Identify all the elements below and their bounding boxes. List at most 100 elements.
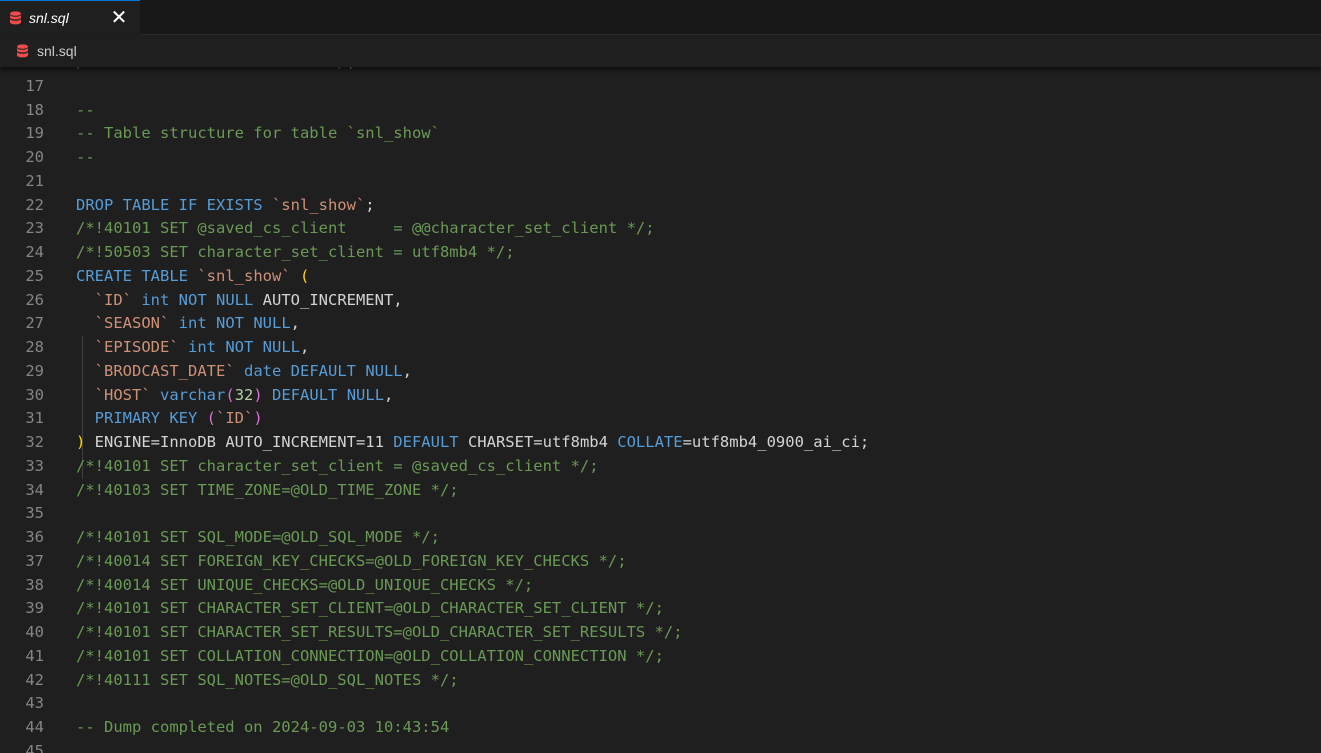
tab-snl-sql[interactable]: snl.sql ✕ xyxy=(0,0,140,35)
code-line[interactable]: 45 xyxy=(0,740,1321,753)
line-number: 19 xyxy=(25,124,44,143)
code-token: `HOST` xyxy=(94,385,151,404)
code-line[interactable]: 39 /*!40101 SET CHARACTER_SET_CLIENT=@OLD… xyxy=(0,597,1321,621)
line-number: 28 xyxy=(25,338,44,356)
code-token: date DEFAULT NULL xyxy=(244,361,403,380)
line-number: 38 xyxy=(25,575,44,594)
code-text: CREATE TABLE `snl_show` ( xyxy=(76,265,309,289)
code-token: ; xyxy=(365,195,375,214)
line-number: 20 xyxy=(25,148,44,166)
code-text: DROP TABLE IF EXISTS `snl_show`; xyxy=(76,194,375,218)
code-lines: 16 /*!40101 SET NAMES utf8mb4 */; 17 18 -- 19… xyxy=(0,67,1321,753)
code-line[interactable]: 18 -- xyxy=(0,99,1321,123)
database-icon xyxy=(17,44,28,58)
line-number: 42 xyxy=(25,670,44,689)
code-token: , xyxy=(290,314,300,333)
code-token: /*!40101 SET character_set_client = @sav… xyxy=(76,456,599,475)
line-number: 29 xyxy=(25,361,44,380)
code-line[interactable]: 32) ENGINE=InnoDB AUTO_INCREMENT=11 DEFA… xyxy=(0,431,1321,455)
code-line[interactable]: 40 /*!40101 SET CHARACTER_SET_RESULTS=@OL… xyxy=(0,621,1321,645)
line-number: 37 xyxy=(25,551,44,570)
code-line[interactable]: 28 `EPISODE` int NOT NULL, xyxy=(0,336,1321,360)
code-text: /*!40101 SET @saved_cs_client = @@charac… xyxy=(76,217,655,241)
code-line[interactable]: 44 -- Dump completed on 2024-09-03 10:43:… xyxy=(0,716,1321,740)
code-line[interactable]: 17 xyxy=(0,75,1321,99)
code-line[interactable]: 33 /*!40101 SET character_set_client = @s… xyxy=(0,455,1321,479)
code-text: /*!40103 SET TIME_ZONE=@OLD_TIME_ZONE */… xyxy=(76,479,459,503)
code-line[interactable]: 37 /*!40014 SET FOREIGN_KEY_CHECKS=@OLD_F… xyxy=(0,550,1321,574)
breadcrumb-file[interactable]: snl.sql xyxy=(37,43,77,59)
code-token: `BRODCAST_DATE` xyxy=(94,361,235,380)
code-text: `SEASON` int NOT NULL, xyxy=(76,312,300,336)
code-token: ENGINE=InnoDB AUTO_INCREMENT=11 xyxy=(85,433,394,451)
code-line[interactable]: 23 /*!40101 SET @saved_cs_client = @@char… xyxy=(0,217,1321,241)
code-token: `ID` xyxy=(216,409,254,428)
code-line[interactable]: 21 xyxy=(0,170,1321,194)
line-number: 22 xyxy=(25,195,44,214)
code-text: /*!40014 SET UNIQUE_CHECKS=@OLD_UNIQUE_C… xyxy=(76,574,533,598)
code-token: DEFAULT NULL xyxy=(272,385,385,404)
code-line[interactable]: 35 xyxy=(0,502,1321,526)
code-line[interactable]: 38 /*!40014 SET UNIQUE_CHECKS=@OLD_UNIQUE… xyxy=(0,574,1321,598)
code-line[interactable]: 27 `SEASON` int NOT NULL, xyxy=(0,312,1321,336)
code-text: /*!40101 SET SQL_MODE=@OLD_SQL_MODE */; xyxy=(76,526,440,550)
code-line[interactable]: 31 PRIMARY KEY (`ID`) xyxy=(0,407,1321,431)
code-line[interactable]: 41 /*!40101 SET COLLATION_CONNECTION=@OLD… xyxy=(0,645,1321,669)
code-text: /*!40101 SET CHARACTER_SET_CLIENT=@OLD_C… xyxy=(76,597,664,621)
code-line[interactable]: 30 `HOST` varchar(32) DEFAULT NULL, xyxy=(0,384,1321,408)
tab-label: snl.sql xyxy=(29,10,69,26)
code-token: /*!50503 SET character_set_client = utf8… xyxy=(76,243,515,261)
database-icon xyxy=(10,11,21,25)
code-token: int NOT NULL xyxy=(178,314,291,333)
code-text: /*!40111 SET SQL_NOTES=@OLD_SQL_NOTES */… xyxy=(76,669,459,693)
code-editor[interactable]: 16 /*!40101 SET NAMES utf8mb4 */; 17 18 -- 19… xyxy=(0,67,1321,753)
code-line[interactable]: 16 /*!40101 SET NAMES utf8mb4 */; xyxy=(0,67,1321,75)
code-line[interactable]: 19 -- Table structure for table `snl_show… xyxy=(0,122,1321,146)
line-number: 30 xyxy=(25,385,44,404)
code-token: ) xyxy=(253,409,263,428)
code-line[interactable]: 22 DROP TABLE IF EXISTS `snl_show`; xyxy=(0,194,1321,218)
code-token: /*!40014 SET UNIQUE_CHECKS=@OLD_UNIQUE_C… xyxy=(76,575,534,594)
code-line[interactable]: 20 -- xyxy=(0,146,1321,170)
code-token: `snl_show` xyxy=(271,195,366,214)
code-token: ( xyxy=(206,409,216,428)
code-line[interactable]: 42 /*!40111 SET SQL_NOTES=@OLD_SQL_NOTES … xyxy=(0,669,1321,693)
line-number: 36 xyxy=(25,528,44,546)
code-token: , xyxy=(384,385,394,404)
code-text: -- Table structure for table `snl_show` xyxy=(76,122,440,146)
code-token: 32 xyxy=(234,385,254,404)
line-number: 43 xyxy=(25,694,44,713)
code-line[interactable]: 25 CREATE TABLE `snl_show` ( xyxy=(0,265,1321,289)
code-token: /*!40101 SET CHARACTER_SET_CLIENT=@OLD_C… xyxy=(76,599,664,618)
code-line[interactable]: 34 /*!40103 SET TIME_ZONE=@OLD_TIME_ZONE … xyxy=(0,479,1321,503)
code-token: `snl_show` xyxy=(197,266,291,285)
code-token: -- Table structure for table `snl_show` xyxy=(76,124,440,143)
code-token: /*!40101 SET SQL_MODE=@OLD_SQL_MODE */; xyxy=(76,528,440,546)
code-line[interactable]: 24 /*!50503 SET character_set_client = ut… xyxy=(0,241,1321,265)
line-number: 33 xyxy=(25,456,44,475)
line-number: 27 xyxy=(25,314,44,333)
close-icon[interactable]: ✕ xyxy=(108,7,130,29)
code-text: /*!40014 SET FOREIGN_KEY_CHECKS=@OLD_FOR… xyxy=(76,550,627,574)
code-line[interactable]: 29 `BRODCAST_DATE` date DEFAULT NULL, xyxy=(0,360,1321,384)
line-number: 18 xyxy=(25,100,44,119)
line-number: 21 xyxy=(25,171,44,190)
code-text: /*!40101 SET CHARACTER_SET_RESULTS=@OLD_… xyxy=(76,621,683,645)
code-text: -- xyxy=(76,99,95,123)
line-number: 35 xyxy=(25,504,44,523)
code-text: -- xyxy=(76,146,95,170)
code-line[interactable]: 26 `ID` int NOT NULL AUTO_INCREMENT, xyxy=(0,289,1321,313)
code-token: -- xyxy=(76,100,95,119)
code-line[interactable]: 36 /*!40101 SET SQL_MODE=@OLD_SQL_MODE */… xyxy=(0,526,1321,550)
code-text: -- Dump completed on 2024-09-03 10:43:54 xyxy=(76,716,449,740)
code-line[interactable]: 43 xyxy=(0,692,1321,716)
code-text: /*!50503 SET character_set_client = utf8… xyxy=(76,241,515,265)
